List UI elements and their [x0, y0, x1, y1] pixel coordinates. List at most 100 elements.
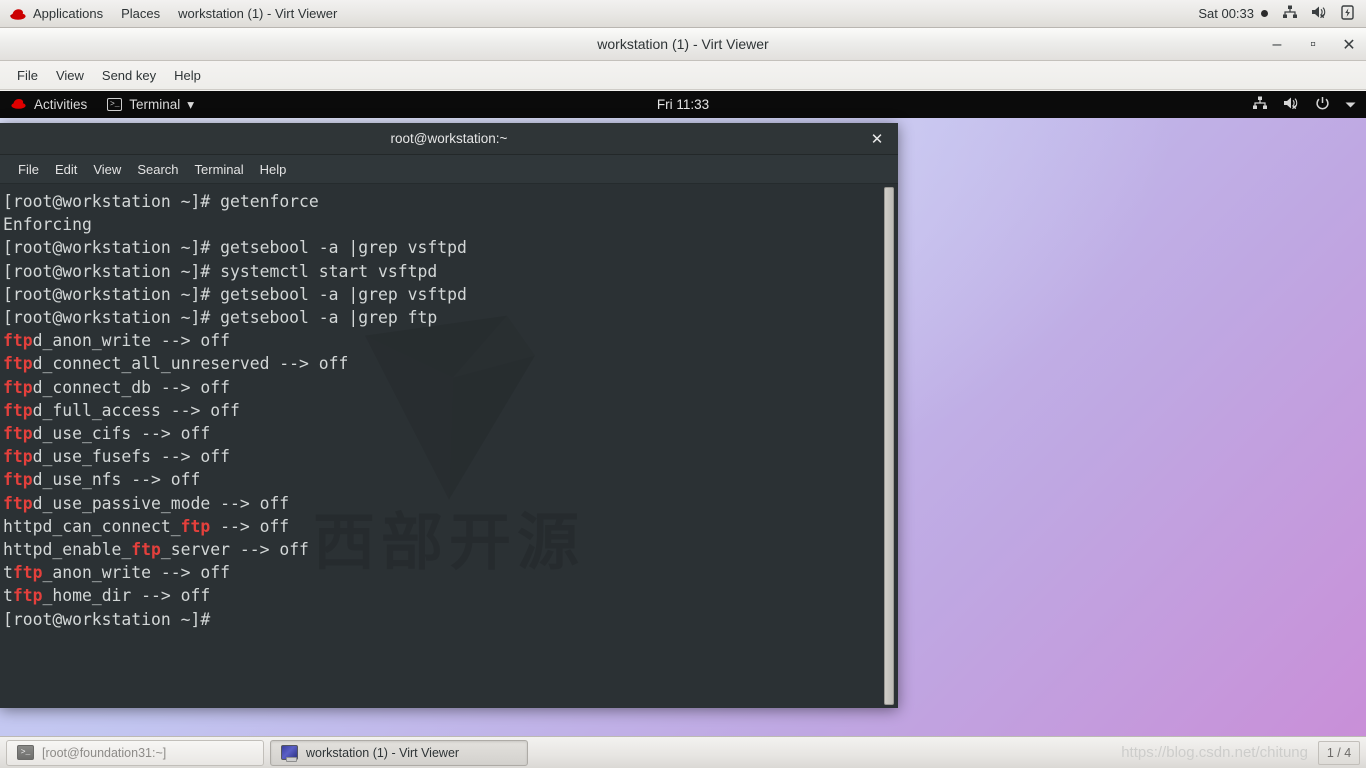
- grep-match: ftp: [131, 540, 161, 560]
- terminal-line: Enforcing: [3, 215, 92, 235]
- places-menu-button[interactable]: Places: [112, 0, 169, 28]
- terminal-title: root@workstation:~: [390, 131, 508, 146]
- guest-clock[interactable]: Fri 11:33: [0, 97, 1366, 112]
- guest-desktop: Activities >_ Terminal ▾ Fri 11:33 root@…: [0, 91, 1366, 736]
- chevron-down-icon[interactable]: [1345, 97, 1356, 112]
- host-window-title[interactable]: workstation (1) - Virt Viewer: [169, 0, 346, 28]
- grep-match: ftp: [3, 400, 33, 420]
- grep-match: ftp: [3, 493, 33, 513]
- shell-command: getsebool -a |grep vsftpd: [220, 284, 467, 304]
- activities-button[interactable]: Activities: [0, 91, 97, 118]
- host-status-icons[interactable]: [1268, 4, 1366, 23]
- grep-match: ftp: [3, 377, 33, 397]
- terminal-line: ftpd_use_nfs --> off: [3, 470, 201, 490]
- taskbar-item-label: workstation (1) - Virt Viewer: [306, 745, 460, 760]
- battery-icon[interactable]: [1341, 4, 1354, 23]
- volume-muted-icon[interactable]: [1283, 96, 1300, 113]
- menu-view[interactable]: View: [47, 65, 93, 86]
- redhat-menu-button[interactable]: Applications: [0, 0, 112, 28]
- shell-prompt: [root@workstation ~]#: [3, 308, 221, 328]
- terminal-output[interactable]: [root@workstation ~]# getenforce Enforcin…: [0, 184, 898, 631]
- virt-viewer-title: workstation (1) - Virt Viewer: [597, 36, 769, 52]
- terminal-line: [root@workstation ~]#: [3, 608, 898, 631]
- notification-dot-icon: [1261, 10, 1268, 17]
- terminal-menubar: File Edit View Search Terminal Help: [0, 155, 898, 184]
- terminal-line: ftpd_connect_db --> off: [3, 377, 230, 397]
- terminal-line: ftpd_use_fusefs --> off: [3, 447, 230, 467]
- network-icon[interactable]: [1252, 96, 1268, 113]
- shell-prompt: [root@workstation ~]#: [3, 192, 221, 211]
- minimize-button[interactable]: –: [1270, 36, 1284, 53]
- grep-match: ftp: [3, 424, 33, 444]
- terminal-line: httpd_can_connect_ftp --> off: [3, 516, 290, 536]
- grep-match: ftp: [12, 563, 43, 583]
- terminal-line: [root@workstation ~]# getsebool -a |grep…: [3, 283, 898, 306]
- terminal-window: root@workstation:~ ✕ File Edit View Sear…: [0, 123, 898, 708]
- terminal-line: [root@workstation ~]# systemctl start vs…: [3, 260, 898, 283]
- redhat-logo-icon: [10, 97, 27, 113]
- shell-prompt: [root@workstation ~]#: [3, 609, 221, 629]
- shell-command: systemctl start vsftpd: [220, 261, 438, 281]
- volume-muted-icon[interactable]: [1311, 5, 1328, 22]
- terminal-line: ftpd_connect_all_unreserved --> off: [3, 354, 349, 374]
- grep-match: ftp: [3, 470, 33, 490]
- terminal-menu-edit[interactable]: Edit: [47, 160, 85, 179]
- app-menu-label: Terminal: [129, 97, 181, 112]
- network-icon[interactable]: [1282, 5, 1298, 22]
- grep-match: ftp: [12, 586, 43, 606]
- host-clock-label: Sat 00:33: [1198, 6, 1254, 21]
- terminal-close-button[interactable]: ✕: [868, 123, 886, 155]
- terminal-menu-terminal[interactable]: Terminal: [187, 160, 252, 179]
- guest-status-area[interactable]: [1252, 96, 1366, 114]
- shell-prompt: [root@workstation ~]#: [3, 261, 221, 281]
- terminal-line: ftpd_full_access --> off: [3, 400, 240, 420]
- terminal-menu-file[interactable]: File: [10, 160, 47, 179]
- terminal-titlebar[interactable]: root@workstation:~ ✕: [0, 123, 898, 155]
- grep-match: ftp: [3, 331, 33, 351]
- terminal-menu-search[interactable]: Search: [129, 160, 186, 179]
- app-menu-button[interactable]: >_ Terminal ▾: [97, 91, 204, 118]
- menu-help[interactable]: Help: [165, 65, 210, 86]
- terminal-line: ftpd_use_cifs --> off: [3, 424, 211, 444]
- taskbar-item-label: [root@foundation31:~]: [42, 745, 167, 760]
- terminal-menu-view[interactable]: View: [85, 160, 129, 179]
- terminal-line: [root@workstation ~]# getenforce: [3, 190, 898, 213]
- virt-viewer-window: workstation (1) - Virt Viewer – ▫ ✕ File…: [0, 28, 1366, 736]
- terminal-line: ftpd_use_passive_mode --> off: [3, 493, 290, 513]
- taskbar-item-virt-viewer[interactable]: workstation (1) - Virt Viewer: [270, 739, 528, 766]
- host-top-panel: Applications Places workstation (1) - Vi…: [0, 0, 1366, 28]
- shell-command: getenforce: [220, 192, 319, 211]
- virt-viewer-window-controls: – ▫ ✕: [1270, 28, 1356, 61]
- host-clock[interactable]: Sat 00:33: [1198, 6, 1268, 21]
- menu-file[interactable]: File: [8, 65, 47, 86]
- host-window-title-label: workstation (1) - Virt Viewer: [178, 5, 338, 21]
- terminal-line: tftp_home_dir --> off: [3, 586, 211, 606]
- close-button[interactable]: ✕: [1342, 37, 1356, 54]
- terminal-menu-help[interactable]: Help: [252, 160, 295, 179]
- shell-prompt: [root@workstation ~]#: [3, 284, 221, 304]
- shell-command: getsebool -a |grep ftp: [220, 308, 438, 328]
- grep-match: ftp: [180, 516, 211, 536]
- menu-send-key[interactable]: Send key: [93, 65, 165, 86]
- virt-viewer-titlebar[interactable]: workstation (1) - Virt Viewer – ▫ ✕: [0, 28, 1366, 61]
- power-icon[interactable]: [1315, 96, 1330, 114]
- taskbar-item-foundation-terminal[interactable]: >_ [root@foundation31:~]: [6, 739, 264, 766]
- guest-gnome-topbar: Activities >_ Terminal ▾ Fri 11:33: [0, 91, 1366, 118]
- terminal-scrollbar[interactable]: [883, 184, 895, 708]
- terminal-scrollbar-thumb[interactable]: [884, 187, 894, 705]
- page-watermark-url: https://blog.csdn.net/chitung: [1121, 744, 1308, 761]
- terminal-line: [root@workstation ~]# getsebool -a |grep…: [3, 236, 898, 259]
- terminal-line: [root@workstation ~]# getsebool -a |grep…: [3, 306, 898, 329]
- shell-prompt: [root@workstation ~]#: [3, 238, 221, 258]
- redhat-logo-icon: [9, 7, 27, 21]
- maximize-button[interactable]: ▫: [1306, 36, 1320, 53]
- terminal-icon: >_: [107, 98, 123, 111]
- display-icon: [281, 745, 298, 762]
- terminal-line: httpd_enable_ftp_server --> off: [3, 540, 309, 560]
- shell-command: getsebool -a |grep vsftpd: [220, 238, 467, 258]
- workspace-switcher[interactable]: 1 / 4: [1318, 740, 1360, 765]
- terminal-body[interactable]: 西部开源 [root@workstation ~]# getenforce Enf…: [0, 184, 898, 708]
- terminal-icon: >_: [17, 745, 34, 760]
- grep-match: ftp: [3, 354, 33, 374]
- activities-label: Activities: [34, 97, 88, 112]
